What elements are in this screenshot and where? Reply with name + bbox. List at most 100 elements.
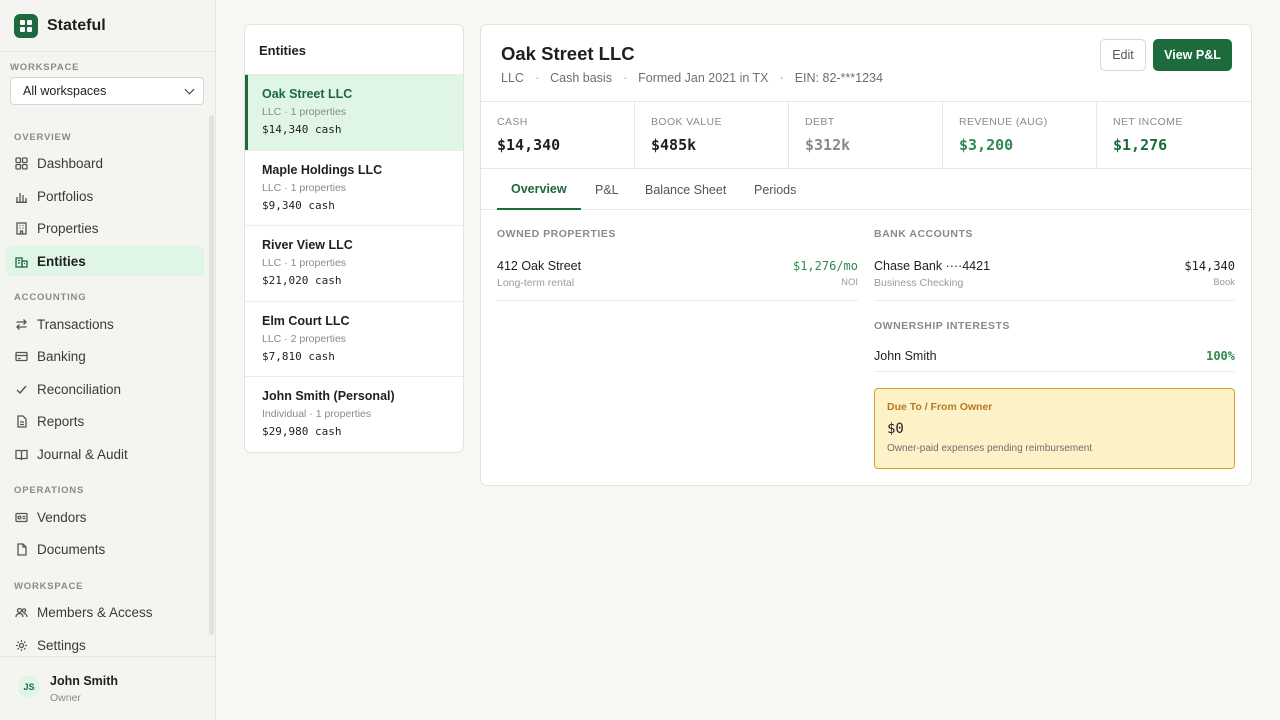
sidebar-scrollbar[interactable] <box>209 115 214 635</box>
stat-value: $3,200 <box>959 136 1014 154</box>
stat-label: NET INCOME <box>1113 116 1183 128</box>
workspace-label: WORKSPACE <box>10 62 80 73</box>
sidebar-item-properties[interactable]: Properties <box>6 213 204 243</box>
entity-item[interactable]: Elm Court LLC LLC · 2 properties $7,810 … <box>245 302 463 377</box>
sidebar-item-vendors[interactable]: Vendors <box>6 502 204 532</box>
entity-name: Maple Holdings LLC <box>262 162 383 177</box>
entity-item[interactable]: John Smith (Personal) Individual · 1 pro… <box>245 377 463 452</box>
entity-item[interactable]: Oak Street LLC LLC · 1 properties $14,34… <box>245 75 463 151</box>
app-name: Stateful <box>47 17 106 34</box>
separator-dot: · <box>779 71 784 85</box>
entities-panel: Entities Oak Street LLC LLC · 1 properti… <box>244 24 464 453</box>
chevron-down-icon <box>184 84 195 94</box>
stat-net-income: NET INCOME $1,276 <box>1097 102 1251 168</box>
entity-cash: $14,340 cash <box>262 123 342 136</box>
brand[interactable]: Stateful <box>14 14 106 38</box>
property-row[interactable]: 412 Oak Street Long-term rental $1,276/m… <box>497 259 858 301</box>
avatar: JS <box>18 676 40 698</box>
entity-meta: LLC · 1 properties <box>262 106 347 118</box>
section-label-overview: OVERVIEW <box>14 132 72 143</box>
stat-cash: CASH $14,340 <box>481 102 635 168</box>
separator-dot: · <box>622 71 628 85</box>
grid-logo-icon <box>14 14 38 38</box>
entity-meta: LLC · 1 properties <box>262 257 347 269</box>
sidebar-item-documents[interactable]: Documents <box>6 534 204 564</box>
arrows-icon <box>15 318 28 331</box>
bank-account-balance-label: Book <box>1213 277 1235 288</box>
view-pl-button[interactable]: View P&L <box>1153 39 1232 71</box>
tab-overview[interactable]: Overview <box>497 169 581 210</box>
user-role: Owner <box>50 692 81 704</box>
stat-value: $312k <box>805 136 851 154</box>
id-card-icon <box>15 511 28 524</box>
sidebar-item-dashboard[interactable]: Dashboard <box>6 148 204 178</box>
tab-balance-sheet[interactable]: Balance Sheet <box>645 169 726 210</box>
due-to-from-owner-card: Due To / From Owner $0 Owner-paid expens… <box>874 388 1235 469</box>
ownership-row[interactable]: John Smith 100% <box>874 349 1235 372</box>
sidebar-item-journal-audit[interactable]: Journal & Audit <box>6 439 204 469</box>
entity-subtitle: LLC · Cash basis · Formed Jan 2021 in TX… <box>501 71 883 85</box>
owner-card-amount: $0 <box>887 421 904 437</box>
stat-value: $14,340 <box>497 136 561 154</box>
sidebar-item-label: Documents <box>37 541 106 557</box>
sidebar-item-label: Portfolios <box>37 188 94 204</box>
sidebar-item-label: Properties <box>37 220 99 236</box>
sidebar-item-label: Journal & Audit <box>37 446 128 462</box>
sidebar-item-members-access[interactable]: Members & Access <box>6 597 204 627</box>
edit-button[interactable]: Edit <box>1100 39 1146 71</box>
entity-item[interactable]: Maple Holdings LLC LLC · 1 properties $9… <box>245 151 463 226</box>
bank-account-row[interactable]: Chase Bank ····4421 Business Checking $1… <box>874 259 1235 301</box>
check-icon <box>15 383 28 396</box>
entity-meta: LLC · 1 properties <box>262 181 347 194</box>
sidebar: Stateful WORKSPACE All workspaces OVERVI… <box>0 0 216 720</box>
sidebar-item-label: Banking <box>37 348 86 364</box>
entity-type: LLC <box>501 71 524 85</box>
sidebar-item-transactions[interactable]: Transactions <box>6 309 204 339</box>
sidebar-item-banking[interactable]: Banking <box>6 341 204 371</box>
sidebar-item-label: Reconciliation <box>37 381 122 397</box>
entity-name: Elm Court LLC <box>262 313 350 328</box>
tab-pl[interactable]: P&L <box>595 169 619 210</box>
property-name: 412 Oak Street <box>497 259 582 273</box>
sidebar-item-reconciliation[interactable]: Reconciliation <box>6 374 204 404</box>
card-icon <box>15 350 28 363</box>
sidebar-item-label: Vendors <box>37 509 87 525</box>
sidebar-item-label: Reports <box>37 413 85 429</box>
sidebar-item-entities[interactable]: Entities <box>6 246 204 276</box>
page-title: Oak Street LLC <box>501 43 635 64</box>
entity-name: Oak Street LLC <box>262 87 353 101</box>
divider <box>0 51 215 52</box>
sidebar-item-label: Dashboard <box>37 155 104 171</box>
stat-label: DEBT <box>805 116 835 128</box>
section-label-accounting: ACCOUNTING <box>14 292 87 303</box>
entity-meta: Individual · 1 properties <box>262 408 372 420</box>
gear-icon <box>15 639 28 652</box>
property-noi: $1,276/mo <box>792 259 858 273</box>
entity-cash: $29,980 cash <box>262 425 342 438</box>
bank-account-balance: $14,340 <box>1184 259 1235 273</box>
user-profile[interactable]: JS John Smith Owner <box>0 656 216 720</box>
ownership-interests-label: OWNERSHIP INTERESTS <box>874 320 1010 332</box>
user-name: John Smith <box>50 674 119 688</box>
file-icon <box>15 414 28 428</box>
document-icon <box>15 542 28 556</box>
tab-periods[interactable]: Periods <box>754 169 796 210</box>
stat-revenue: REVENUE (AUG) $3,200 <box>943 102 1097 168</box>
tab-bar: Overview P&L Balance Sheet Periods <box>481 169 1251 210</box>
stat-debt: DEBT $312k <box>789 102 943 168</box>
entity-cash: $7,810 cash <box>262 349 335 363</box>
sidebar-item-label: Entities <box>37 253 86 269</box>
sidebar-item-portfolios[interactable]: Portfolios <box>6 181 204 211</box>
stat-value: $1,276 <box>1113 136 1168 154</box>
entity-item[interactable]: River View LLC LLC · 1 properties $21,02… <box>245 226 463 302</box>
owner-card-title: Due To / From Owner <box>887 401 993 413</box>
sidebar-item-label: Members & Access <box>37 604 153 620</box>
workspace-select[interactable]: All workspaces <box>10 77 204 105</box>
bar-chart-icon <box>15 190 28 203</box>
section-label-workspace: WORKSPACE <box>14 581 84 592</box>
sidebar-item-reports[interactable]: Reports <box>6 406 204 436</box>
entity-name: River View LLC <box>262 238 353 252</box>
building-icon <box>15 221 28 235</box>
owner-name: John Smith <box>874 349 937 363</box>
bank-account-name: Chase Bank ····4421 <box>874 259 991 273</box>
